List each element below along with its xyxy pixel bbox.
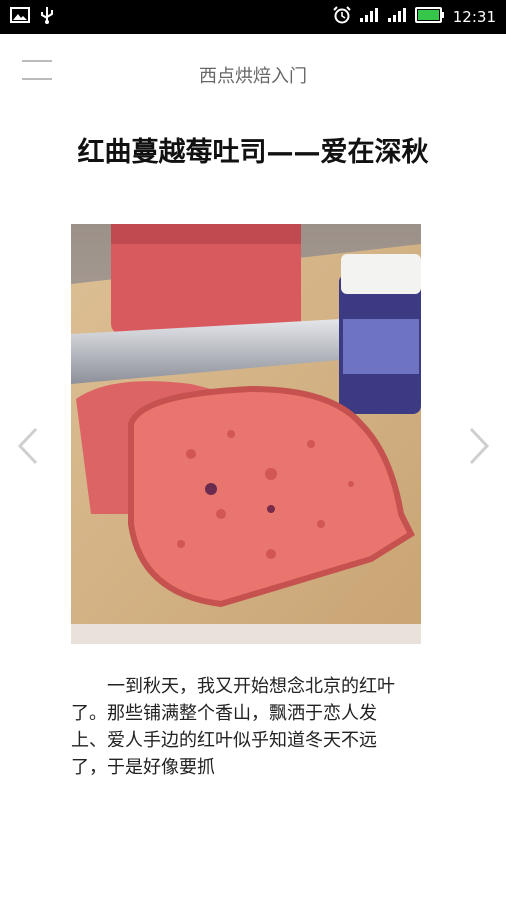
article-photo <box>71 224 421 644</box>
image-icon <box>10 7 30 27</box>
article-title: 红曲蔓越莓吐司——爱在深秋 <box>77 137 429 168</box>
signal-icon <box>359 7 379 27</box>
usb-icon <box>40 5 54 29</box>
app-header: 西点烘焙入门 <box>0 34 506 116</box>
status-time: 12:31 <box>452 8 496 26</box>
status-bar: 12:31 <box>0 0 506 34</box>
article-body: 一到秋天，我又开始想念北京的红叶了。那些铺满整个香山，飘洒于恋人发上、爱人手边的… <box>71 676 395 778</box>
battery-icon <box>414 7 445 27</box>
header-title: 西点烘焙入门 <box>199 66 307 87</box>
signal-icon <box>387 7 407 27</box>
previous-arrow-icon[interactable] <box>14 425 42 471</box>
next-arrow-icon[interactable] <box>465 425 493 471</box>
alarm-icon <box>333 6 351 28</box>
